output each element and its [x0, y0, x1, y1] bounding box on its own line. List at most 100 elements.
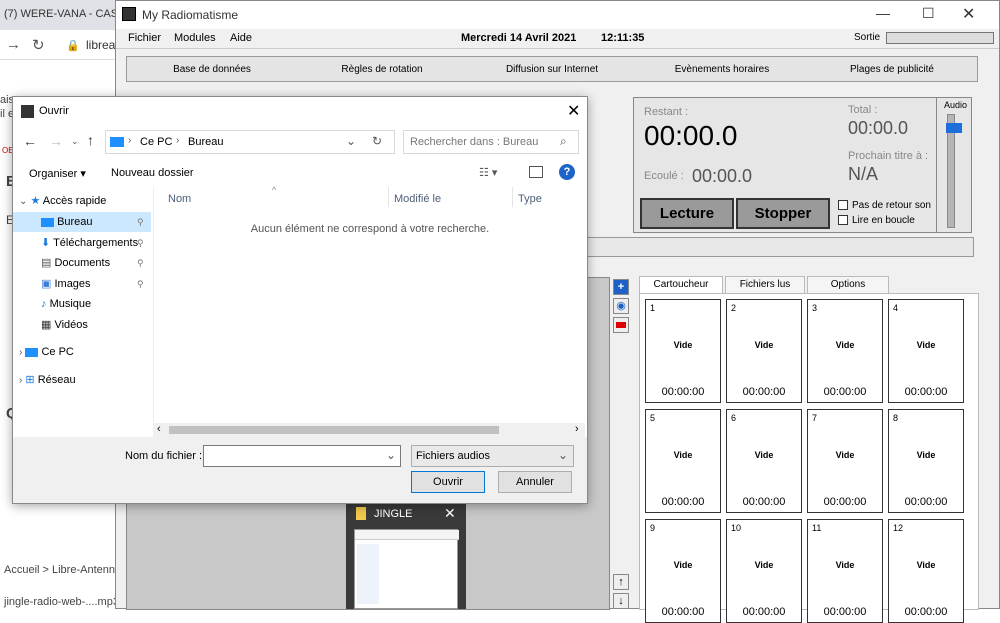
path-segment[interactable]: Bureau: [188, 136, 223, 148]
horizontal-scrollbar[interactable]: ‹ ›: [153, 423, 585, 437]
organiser-button[interactable]: Organiser ▾: [29, 167, 86, 180]
breadcrumb[interactable]: Accueil > Libre-Antenne: [4, 564, 121, 576]
globe-icon[interactable]: ◉: [613, 298, 629, 314]
nav-ce-pc[interactable]: › Ce PC: [13, 342, 151, 362]
cart-label: Vide: [673, 560, 693, 570]
cart-time: 00:00:00: [661, 386, 705, 398]
pas-de-retour-checkbox[interactable]: Pas de retour son: [838, 200, 931, 211]
menu-fichier[interactable]: Fichier: [128, 32, 161, 44]
cart-time: 00:00:00: [823, 496, 867, 508]
cart-slot[interactable]: 4 Vide 00:00:00: [888, 299, 964, 403]
move-up-icon[interactable]: ↑: [613, 574, 629, 590]
chevron-down-icon[interactable]: ⌄: [346, 134, 356, 148]
tab-fichiers-lus[interactable]: Fichiers lus: [725, 276, 805, 294]
menu-aide[interactable]: Aide: [230, 32, 252, 44]
stopper-button[interactable]: Stopper: [736, 198, 830, 229]
file-list[interactable]: ^ Nom Modifié le Type Aucun élément ne c…: [153, 185, 585, 437]
chevron-down-icon[interactable]: ⌄: [386, 448, 396, 462]
menu-modules[interactable]: Modules: [174, 32, 216, 44]
preview-pane-icon[interactable]: [529, 166, 543, 178]
view-options-icon[interactable]: ☷ ▾: [479, 166, 497, 179]
tab-options[interactable]: Options: [807, 276, 889, 294]
filename-field[interactable]: ⌄: [203, 445, 401, 467]
path-bar[interactable]: › Ce PC › Bureau ⌄ ↻: [105, 130, 395, 154]
address-bar[interactable]: librea: [86, 38, 115, 52]
current-date: Mercredi 14 Avril 2021: [461, 32, 577, 44]
column-nom[interactable]: Nom: [168, 193, 191, 205]
add-icon[interactable]: +: [613, 279, 629, 295]
cart-slot[interactable]: 10 Vide 00:00:00: [726, 519, 802, 623]
preview-thumbnail: [354, 529, 459, 609]
cart-slot[interactable]: 12 Vide 00:00:00: [888, 519, 964, 623]
scroll-right-icon[interactable]: ›: [575, 423, 579, 435]
close-icon[interactable]: ✕: [962, 4, 975, 24]
scroll-left-icon[interactable]: ‹: [157, 423, 161, 435]
dialog-close-icon[interactable]: ✕: [567, 101, 580, 121]
nav-item-telechargements[interactable]: ⬇ Téléchargements ⚲: [13, 233, 151, 253]
lire-en-boucle-checkbox[interactable]: Lire en boucle: [838, 215, 915, 226]
nav-reseau[interactable]: › ⊞ Réseau: [13, 370, 151, 390]
tab-plages-publicite[interactable]: Plages de publicité: [807, 64, 977, 75]
help-icon[interactable]: ?: [559, 164, 575, 180]
tab-cartoucheur[interactable]: Cartoucheur: [639, 276, 723, 294]
annuler-button[interactable]: Annuler: [498, 471, 572, 493]
cart-slot[interactable]: 5 Vide 00:00:00: [645, 409, 721, 513]
cart-number: 1: [650, 303, 656, 313]
search-icon[interactable]: ⌕: [560, 134, 567, 149]
tab-base-de-donnees[interactable]: Base de données: [127, 64, 297, 75]
nav-item-images[interactable]: ▣ Images ⚲: [13, 274, 151, 294]
taskbar-preview[interactable]: JINGLE ✕: [346, 499, 466, 609]
cart-slot[interactable]: 3 Vide 00:00:00: [807, 299, 883, 403]
tab-regles-rotation[interactable]: Règles de rotation: [297, 64, 467, 75]
cart-number: 4: [893, 303, 899, 313]
file-type-select[interactable]: Fichiers audios ⌄: [411, 445, 574, 467]
cart-slot[interactable]: 11 Vide 00:00:00: [807, 519, 883, 623]
preview-close-icon[interactable]: ✕: [444, 505, 456, 522]
videos-icon: ▦: [41, 319, 52, 331]
column-type[interactable]: Type: [518, 193, 542, 205]
move-down-icon[interactable]: ↓: [613, 593, 629, 609]
search-box[interactable]: Rechercher dans : Bureau ⌕: [403, 130, 579, 154]
preview-title: JINGLE: [374, 508, 413, 520]
cart-slot[interactable]: 2 Vide 00:00:00: [726, 299, 802, 403]
new-folder-button[interactable]: Nouveau dossier: [111, 167, 194, 179]
recent-dropdown-icon[interactable]: ⌄: [71, 136, 79, 147]
cart-slot[interactable]: 1 Vide 00:00:00: [645, 299, 721, 403]
forward-icon[interactable]: →: [6, 36, 21, 53]
tab-evenements-horaires[interactable]: Evènements horaires: [637, 64, 807, 75]
forward-icon[interactable]: →: [49, 133, 63, 149]
nav-item-bureau[interactable]: Bureau ⚲: [13, 212, 151, 232]
audio-slider-thumb[interactable]: [946, 123, 962, 133]
lecture-button[interactable]: Lecture: [640, 198, 734, 229]
maximize-icon[interactable]: ☐: [922, 5, 935, 22]
nav-item-musique[interactable]: ♪ Musique: [13, 294, 151, 314]
cart-slot[interactable]: 6 Vide 00:00:00: [726, 409, 802, 513]
cart-label: Vide: [835, 560, 855, 570]
nav-quick-access[interactable]: ⌄ ★ Accès rapide: [13, 191, 151, 211]
prochain-label: Prochain titre à :: [848, 150, 929, 162]
up-icon[interactable]: ↑: [87, 132, 94, 148]
cart-slot[interactable]: 7 Vide 00:00:00: [807, 409, 883, 513]
refresh-icon[interactable]: ↻: [372, 134, 382, 148]
nav-item-documents[interactable]: ▤ Documents ⚲: [13, 253, 151, 273]
tab-diffusion-internet[interactable]: Diffusion sur Internet: [467, 64, 637, 75]
reload-icon[interactable]: ↻: [32, 36, 45, 54]
back-icon[interactable]: ←: [23, 133, 37, 149]
ouvrir-button[interactable]: Ouvrir: [411, 471, 485, 493]
computer-icon: [25, 347, 39, 357]
download-item[interactable]: jingle-radio-web-....mp3: [4, 596, 119, 608]
minimize-icon[interactable]: —: [876, 5, 890, 21]
path-segment[interactable]: Ce PC: [140, 136, 172, 148]
browser-toolbar: → ↻ 🔒 librea: [0, 30, 130, 60]
scroll-thumb[interactable]: [169, 426, 499, 434]
remove-icon[interactable]: [613, 317, 629, 333]
browser-tab[interactable]: (7) WERE-VANA - CASAN: [0, 0, 130, 30]
file-type-value: Fichiers audios: [416, 450, 490, 462]
chevron-down-icon[interactable]: ⌄: [558, 448, 568, 462]
cart-time: 00:00:00: [823, 386, 867, 398]
cart-slot[interactable]: 8 Vide 00:00:00: [888, 409, 964, 513]
nav-item-videos[interactable]: ▦ Vidéos: [13, 315, 151, 335]
column-modifie[interactable]: Modifié le: [394, 193, 441, 205]
cart-slot[interactable]: 9 Vide 00:00:00: [645, 519, 721, 623]
search-input[interactable]: Rechercher dans : Bureau: [410, 136, 538, 148]
